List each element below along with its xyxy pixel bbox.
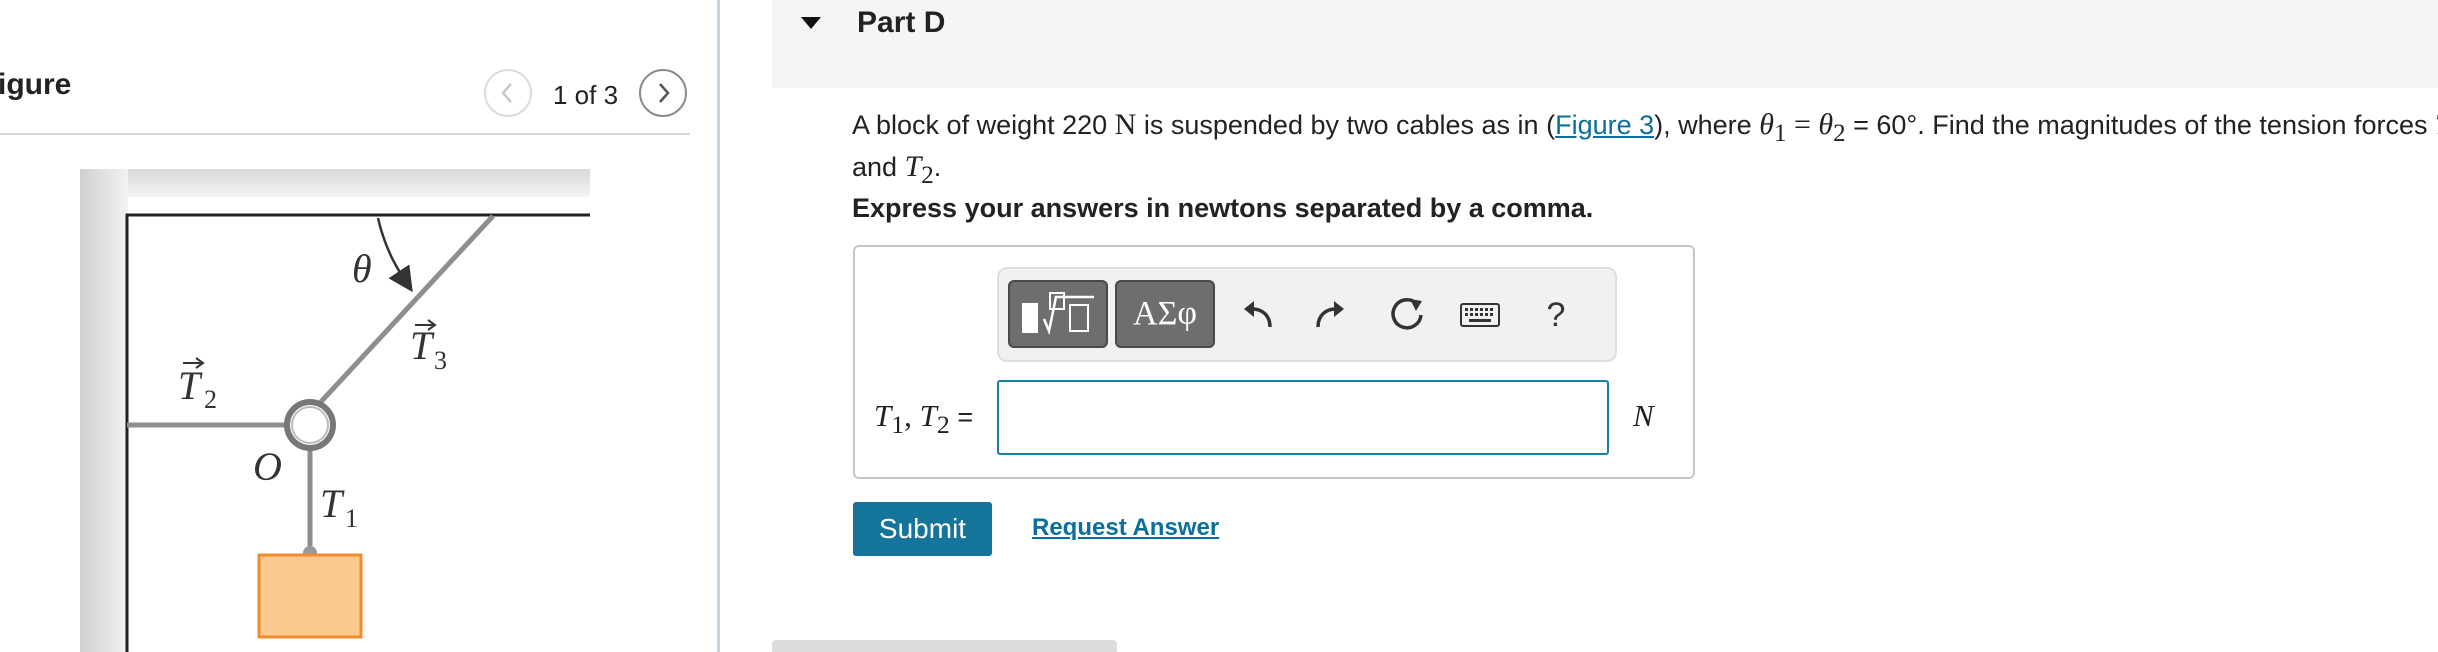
answer-input[interactable] (997, 380, 1609, 455)
templates-button[interactable] (1008, 280, 1108, 348)
svg-text:3: 3 (434, 346, 447, 375)
svg-text:T: T (410, 323, 435, 368)
help-button[interactable]: ? (1528, 285, 1584, 345)
reset-icon (1391, 298, 1423, 330)
label-theta: θ (352, 246, 372, 291)
svg-text:T: T (320, 481, 345, 526)
collapse-caret-icon[interactable] (799, 15, 823, 31)
tension-figure: θ T 3 T 2 O T 1 (80, 169, 590, 652)
panel-divider (717, 0, 720, 652)
chevron-left-icon (501, 83, 512, 103)
chevron-right-icon (659, 83, 670, 103)
symbols-button[interactable]: ΑΣφ (1115, 280, 1215, 348)
redo-button[interactable] (1302, 285, 1358, 345)
figure-3-link[interactable]: Figure 3 (1555, 110, 1654, 140)
figure-header-divider (0, 133, 690, 135)
keyboard-button[interactable] (1452, 285, 1508, 345)
wall (80, 169, 128, 652)
ceiling (80, 169, 590, 197)
ring-o (284, 399, 336, 451)
redo-icon (1316, 301, 1344, 328)
weight-block (257, 553, 363, 639)
label-t1: T 1 (320, 481, 358, 533)
reset-button[interactable] (1380, 285, 1436, 345)
templates-icon (1022, 292, 1094, 336)
label-origin: O (253, 444, 282, 489)
figure-panel-title: igure (0, 68, 72, 101)
cable-t3 (316, 214, 495, 407)
part-title: Part D (857, 6, 946, 39)
undo-button[interactable] (1230, 285, 1286, 345)
svg-text:T: T (178, 363, 203, 408)
undo-icon (1244, 301, 1272, 328)
answer-unit: N (1633, 398, 1654, 433)
answer-instruction: Express your answers in newtons separate… (852, 193, 1594, 223)
keyboard-icon (1460, 303, 1500, 327)
next-part-bar (772, 640, 1117, 652)
figure-page-count: 1 of 3 (553, 80, 619, 110)
answer-label: T1, T2 = (874, 398, 974, 440)
part-header[interactable] (772, 0, 2438, 88)
question-text: A block of weight 220 N is suspended by … (852, 108, 2438, 189)
label-t3: T 3 (410, 319, 447, 375)
previous-figure-button[interactable] (484, 69, 532, 117)
angle-arc-arrow (376, 217, 413, 293)
svg-text:1: 1 (345, 504, 358, 533)
label-t2: T 2 (178, 357, 217, 414)
svg-text:2: 2 (204, 385, 217, 414)
figure-panel: igure 1 of 3 θ T 3 T 2 O T 1 (0, 0, 718, 652)
next-figure-button[interactable] (639, 69, 687, 117)
submit-button[interactable]: Submit (853, 502, 992, 556)
request-answer-link[interactable]: Request Answer (1032, 514, 1219, 542)
